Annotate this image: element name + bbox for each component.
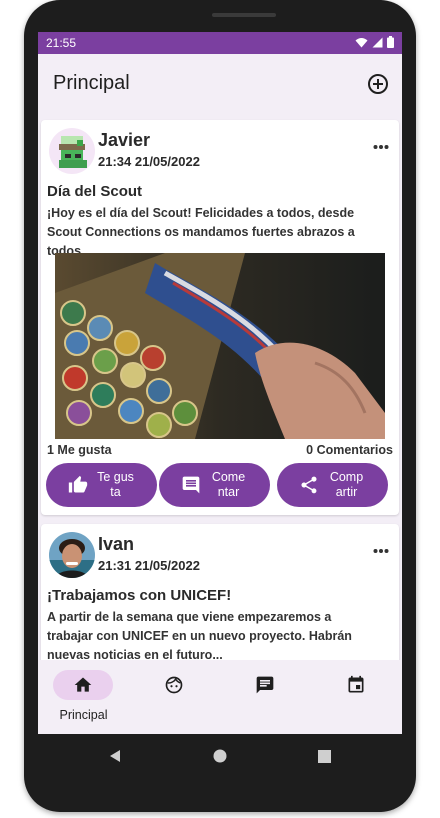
add-post-icon[interactable] bbox=[366, 72, 390, 96]
comment-count[interactable]: 0 Comentarios bbox=[306, 443, 393, 457]
nav-item-profile[interactable] bbox=[129, 660, 220, 734]
bottom-navigation: Principal bbox=[38, 660, 402, 734]
face-icon bbox=[165, 676, 183, 694]
nav-item-calendar[interactable] bbox=[311, 660, 402, 734]
battery-icon bbox=[387, 36, 394, 48]
status-bar: 21:55 bbox=[38, 32, 402, 54]
avatar[interactable] bbox=[49, 532, 95, 578]
chat-icon bbox=[256, 676, 274, 694]
post-title: Día del Scout bbox=[47, 183, 143, 200]
post-title: ¡Trabajamos con UNICEF! bbox=[47, 587, 232, 604]
post-body: A partir de la semana que viene empezare… bbox=[47, 610, 352, 660]
signal-icon bbox=[372, 37, 383, 47]
status-time: 21:55 bbox=[46, 36, 77, 50]
recents-icon[interactable] bbox=[318, 750, 331, 763]
calendar-icon bbox=[348, 675, 364, 693]
nav-item-chat[interactable] bbox=[220, 660, 311, 734]
post-author[interactable]: Javier bbox=[98, 130, 150, 151]
thumb-up-icon bbox=[68, 475, 87, 493]
avatar[interactable] bbox=[49, 128, 95, 174]
post-author[interactable]: Ivan bbox=[98, 534, 134, 555]
app-bar: Principal bbox=[38, 54, 402, 114]
home-icon bbox=[74, 677, 92, 692]
post-datetime: 21:34 21/05/2022 bbox=[98, 154, 200, 169]
more-options-icon[interactable] bbox=[373, 144, 389, 150]
system-navigation-bar bbox=[38, 734, 402, 778]
back-icon[interactable] bbox=[108, 749, 122, 763]
post-feed[interactable]: Javier 21:34 21/05/2022 Día del Scout ¡H… bbox=[38, 114, 402, 660]
comment-icon bbox=[182, 476, 199, 494]
comment-button-label: Comentar bbox=[211, 470, 246, 499]
nav-label-principal: Principal bbox=[59, 708, 108, 722]
more-options-icon[interactable] bbox=[373, 548, 389, 554]
share-button-label: Compartir bbox=[329, 470, 364, 499]
status-icons bbox=[355, 36, 394, 48]
post-image[interactable] bbox=[55, 253, 385, 439]
app-screen: 21:55 Principal Javier 21:34 21/05/2022 … bbox=[38, 32, 402, 734]
wifi-icon bbox=[355, 37, 368, 47]
like-count[interactable]: 1 Me gusta bbox=[47, 443, 112, 457]
like-button[interactable]: Te gusta bbox=[46, 463, 157, 507]
post-card: Ivan 21:31 21/05/2022 ¡Trabajamos con UN… bbox=[41, 524, 399, 660]
post-datetime: 21:31 21/05/2022 bbox=[98, 558, 200, 573]
share-button[interactable]: Compartir bbox=[277, 463, 388, 507]
post-card: Javier 21:34 21/05/2022 Día del Scout ¡H… bbox=[41, 120, 399, 515]
home-button-icon[interactable] bbox=[213, 749, 227, 763]
like-button-label: Te gusta bbox=[97, 470, 134, 499]
comment-button[interactable]: Comentar bbox=[159, 463, 270, 507]
speaker-grille bbox=[212, 13, 276, 17]
page-title: Principal bbox=[53, 72, 130, 94]
nav-item-principal[interactable]: Principal bbox=[38, 660, 129, 734]
share-icon bbox=[301, 476, 316, 494]
